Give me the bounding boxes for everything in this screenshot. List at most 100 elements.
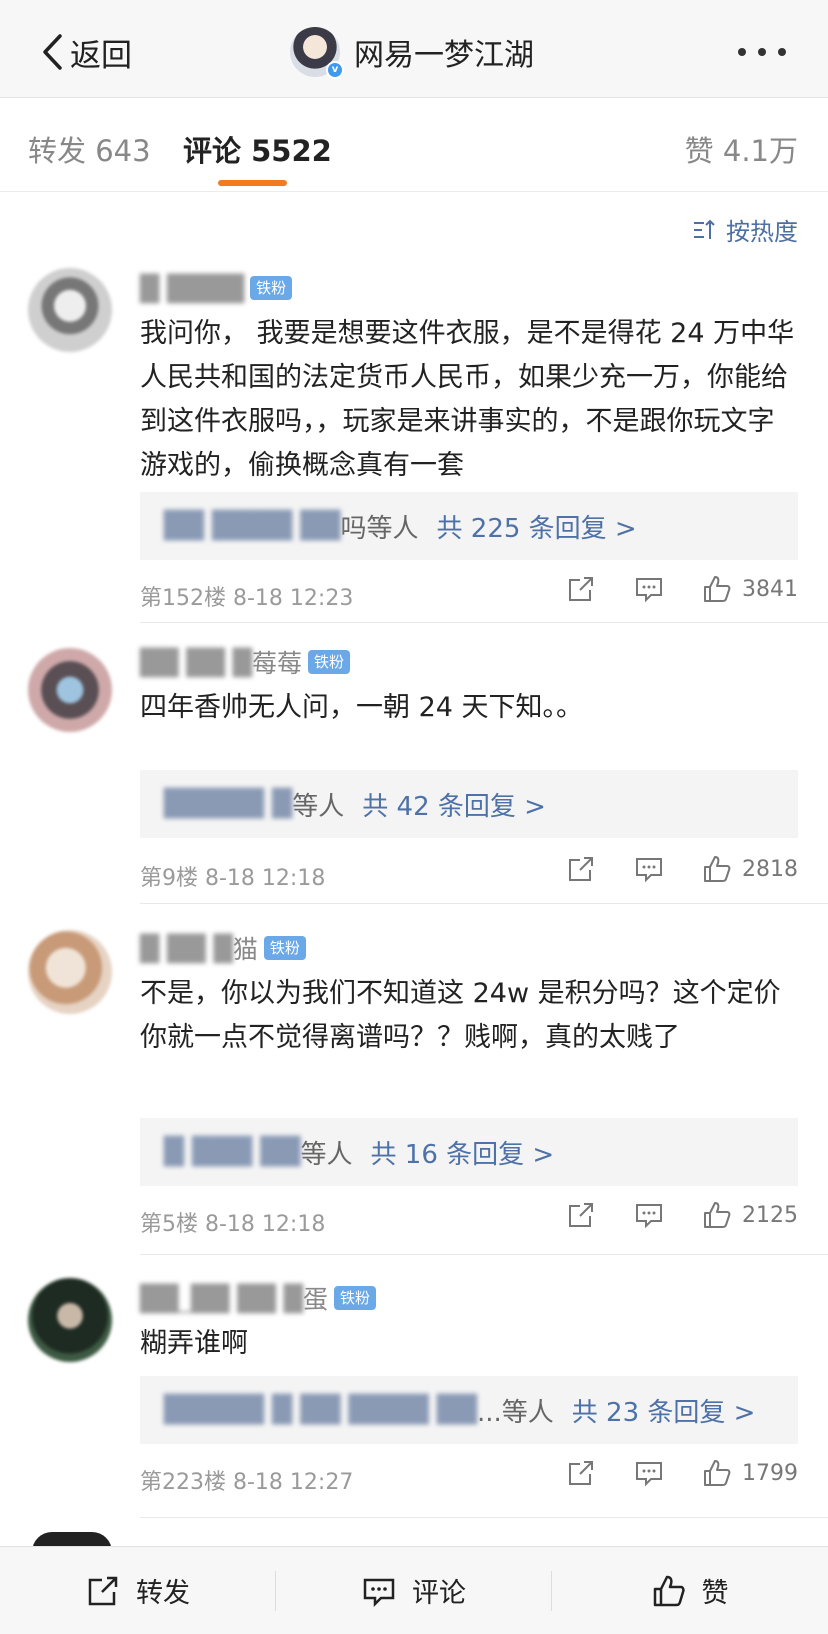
username[interactable]: █ ████ xyxy=(140,274,244,303)
reply-users: █████ █ ██ ████ ██ xyxy=(164,1395,477,1425)
comment-icon xyxy=(636,1204,662,1229)
floor-number: 第223楼 xyxy=(140,1470,226,1495)
account-avatar[interactable]: v xyxy=(290,27,344,79)
username-hidden[interactable]: █ ██ █ xyxy=(140,934,233,963)
repost-button[interactable]: 转发 xyxy=(0,1547,276,1634)
sort-label: 按热度 xyxy=(726,218,798,246)
divider xyxy=(140,1254,828,1255)
comment-button[interactable]: 评论 xyxy=(276,1547,552,1634)
sort-button[interactable]: 按热度 xyxy=(692,212,798,247)
repost-button[interactable] xyxy=(566,1200,596,1230)
repost-button[interactable] xyxy=(566,1458,596,1488)
like-button[interactable]: 2818 xyxy=(702,854,798,884)
tab-bar: 转发 643 评论 5522 赞 4.1万 xyxy=(0,100,828,192)
timestamp: 8-18 12:18 xyxy=(205,866,326,891)
back-label: 返回 xyxy=(70,37,132,74)
comment-text: 不是，你以为我们不知道这 24w 是积分吗？这个定价你就一点不觉得离谱吗？？贱啊… xyxy=(140,978,781,1053)
share-icon xyxy=(569,577,593,601)
like-button[interactable]: 1799 xyxy=(702,1458,798,1488)
divider xyxy=(140,622,828,623)
thumbs-up-icon xyxy=(704,576,731,602)
comment-text: 糊弄谁啊 xyxy=(140,1328,248,1359)
reply-count: 共 16 条回复 > xyxy=(370,1139,555,1170)
replies-link[interactable]: █████ █ 等人 共 42 条回复 > xyxy=(140,770,798,838)
avatar[interactable] xyxy=(28,1278,112,1362)
fan-badge: 铁粉 xyxy=(250,276,293,300)
username[interactable]: 猫 xyxy=(233,930,258,966)
comment-item: ██ ██ █ 莓莓 铁粉 四年香帅无人问，一朝 24 天下知。。 █████ … xyxy=(0,642,828,904)
username-hidden[interactable]: ██_██ ██ █ xyxy=(140,1284,303,1313)
reply-button[interactable] xyxy=(634,854,664,884)
thumbs-up-icon xyxy=(704,1202,731,1228)
reply-users-suffix: 等人 xyxy=(292,791,345,822)
reply-button[interactable] xyxy=(634,1200,664,1230)
verified-icon: v xyxy=(326,61,344,79)
like-count: 3841 xyxy=(742,576,798,602)
reply-users-suffix: ...等人 xyxy=(477,1397,554,1428)
repost-button[interactable] xyxy=(566,854,596,884)
tab-reposts[interactable]: 转发 643 xyxy=(28,128,151,170)
reply-button[interactable] xyxy=(634,1458,664,1488)
sort-icon xyxy=(694,219,715,239)
comment-text: 四年香帅无人问，一朝 24 天下知。。 xyxy=(140,692,584,723)
reply-users-suffix: 等人 xyxy=(300,1139,353,1170)
more-options-icon[interactable] xyxy=(738,40,786,64)
comment-item: ██_██ ██ █ 蛋 铁粉 糊弄谁啊 █████ █ ██ ████ ██ … xyxy=(0,1278,828,1518)
top-navbar: 返回 v 网易一梦江湖 xyxy=(0,0,828,98)
chevron-left-icon xyxy=(43,34,62,70)
thumbs-up-icon xyxy=(653,1575,685,1606)
comment-meta: 第9楼 8-18 12:18 xyxy=(140,860,325,892)
comment-label: 评论 xyxy=(412,1578,466,1609)
comment-icon xyxy=(636,578,662,603)
comment-item: █ ████ 铁粉 我问你， 我要是想要这件衣服，是不是得花 24 万中华人民共… xyxy=(0,268,828,623)
like-button[interactable]: 赞 xyxy=(552,1547,828,1634)
comment-meta: 第5楼 8-18 12:18 xyxy=(140,1206,325,1238)
comment-icon xyxy=(363,1578,395,1607)
username-hidden[interactable]: ██ ██ █ xyxy=(140,648,252,677)
active-tab-indicator xyxy=(218,180,287,186)
reply-users: █████ █ xyxy=(164,789,293,819)
fan-badge: 铁粉 xyxy=(308,650,351,674)
bottom-action-bar: 转发 评论 赞 xyxy=(0,1546,828,1634)
reply-button[interactable] xyxy=(634,574,664,604)
replies-link[interactable]: █ ███ ██ 等人 共 16 条回复 > xyxy=(140,1118,798,1186)
timestamp: 8-18 12:23 xyxy=(233,586,354,611)
like-count: 2818 xyxy=(742,856,798,882)
repost-button[interactable] xyxy=(566,574,596,604)
divider xyxy=(140,1517,828,1518)
like-button[interactable]: 3841 xyxy=(702,574,798,604)
repost-label: 转发 xyxy=(136,1578,190,1609)
timestamp: 8-18 12:18 xyxy=(205,1212,326,1237)
comment-meta: 第223楼 8-18 12:27 xyxy=(140,1464,353,1496)
reply-count: 共 42 条回复 > xyxy=(362,791,546,822)
avatar[interactable] xyxy=(28,268,112,352)
reply-count: 共 225 条回复 > xyxy=(436,513,637,544)
floor-number: 第152楼 xyxy=(140,586,226,611)
replies-link[interactable]: ██ ████ ██ 吗等人 共 225 条回复 > xyxy=(140,492,798,560)
like-button[interactable]: 2125 xyxy=(702,1200,798,1230)
comment-meta: 第152楼 8-18 12:23 xyxy=(140,580,353,612)
share-icon xyxy=(88,1576,118,1605)
floor-number: 第5楼 xyxy=(140,1212,198,1237)
share-icon xyxy=(569,857,593,881)
username[interactable]: 莓莓 xyxy=(252,644,302,680)
username[interactable]: 蛋 xyxy=(303,1280,328,1316)
comment-icon xyxy=(636,858,662,883)
like-count: 1799 xyxy=(742,1460,798,1486)
comment-text: 我问你， 我要是想要这件衣服，是不是得花 24 万中华人民共和国的法定货币人民币… xyxy=(140,318,795,481)
account-header[interactable]: v 网易一梦江湖 xyxy=(290,26,534,79)
comment-item: █ ██ █ 猫 铁粉 不是，你以为我们不知道这 24w 是积分吗？这个定价你就… xyxy=(0,928,828,1255)
share-icon xyxy=(569,1203,593,1227)
back-button[interactable]: 返回 xyxy=(40,30,132,74)
avatar[interactable] xyxy=(28,648,112,732)
avatar[interactable] xyxy=(28,930,112,1014)
account-name[interactable]: 网易一梦江湖 xyxy=(354,30,534,74)
reply-users-suffix: 吗等人 xyxy=(340,513,419,544)
tab-likes[interactable]: 赞 4.1万 xyxy=(685,128,798,170)
reply-users: █ ███ ██ xyxy=(164,1137,301,1167)
thumbs-up-icon xyxy=(704,1460,731,1486)
replies-link[interactable]: █████ █ ██ ████ ██ ...等人 共 23 条回复 > xyxy=(140,1376,798,1444)
like-count: 2125 xyxy=(742,1202,798,1228)
fan-badge: 铁粉 xyxy=(334,1286,377,1310)
tab-comments[interactable]: 评论 5522 xyxy=(183,128,332,170)
